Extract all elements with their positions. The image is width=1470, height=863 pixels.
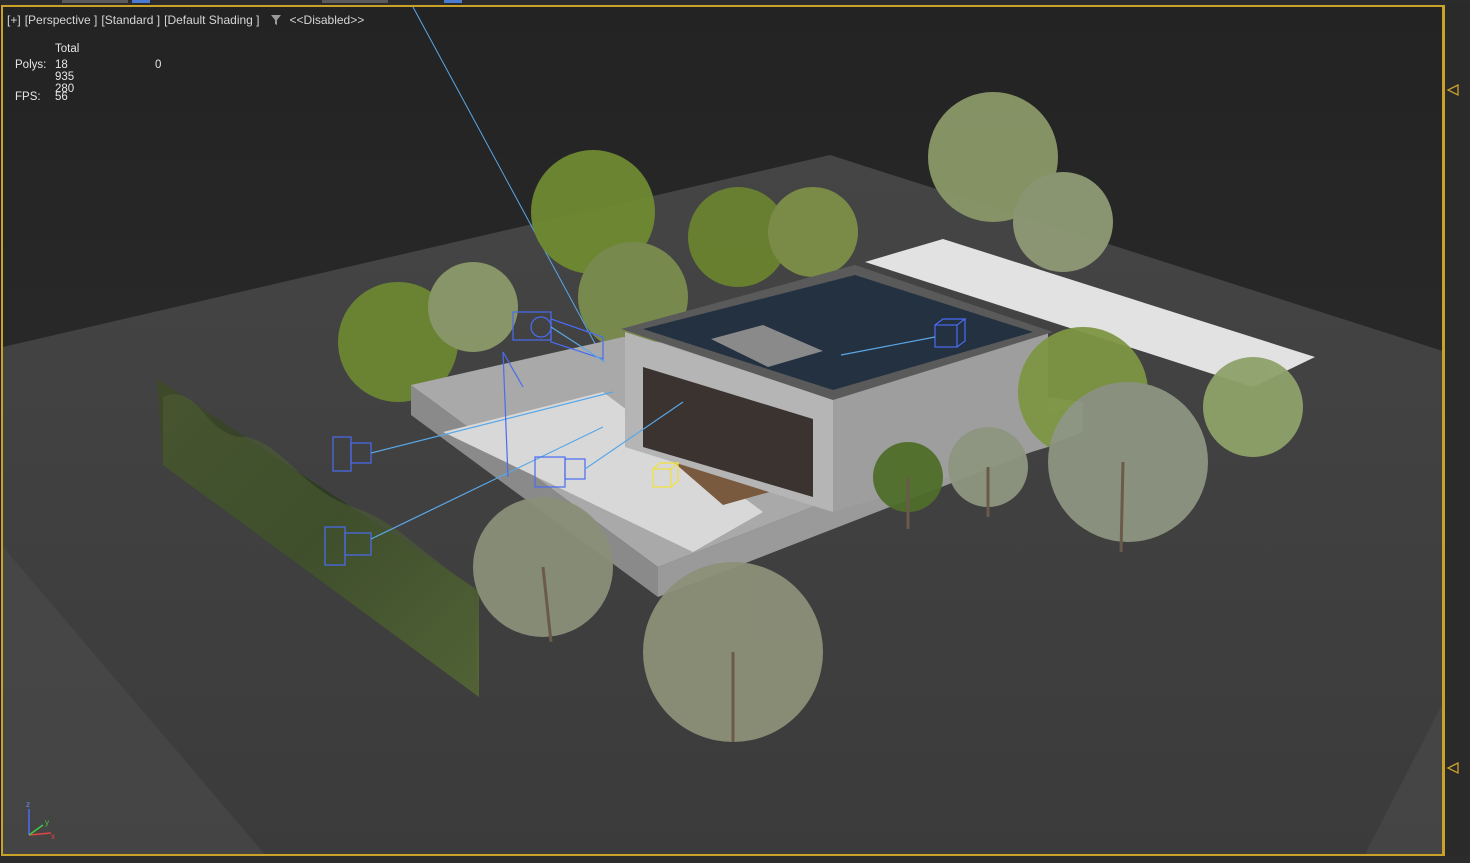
frame-marker-top-icon[interactable] — [1446, 83, 1460, 97]
viewport-plus-menu[interactable]: [+] — [7, 13, 21, 27]
tab-2[interactable] — [132, 0, 150, 3]
bottom-border — [0, 856, 1470, 863]
tab-3[interactable] — [322, 0, 388, 3]
panel-border — [1444, 5, 1445, 856]
scene-render[interactable] — [3, 7, 1444, 856]
perspective-viewport[interactable]: [+] [Perspective ] [Standard ] [Default … — [1, 5, 1444, 856]
stats-polys-label: Polys: — [15, 59, 47, 71]
tab-1[interactable] — [62, 0, 128, 3]
stats-fps-value: 56 — [55, 91, 68, 103]
viewport-mode-menu[interactable]: [Standard ] — [101, 13, 160, 27]
timeline-side-panel[interactable] — [1444, 5, 1470, 856]
frame-marker-bottom-icon[interactable] — [1446, 761, 1460, 775]
stats-fps-label: FPS: — [15, 91, 41, 103]
viewport-filter-status[interactable]: <<Disabled>> — [290, 13, 365, 27]
stats-polys-selected: 0 — [155, 59, 162, 71]
axis-y-label: y — [45, 818, 49, 827]
stats-total-header: Total — [55, 43, 80, 55]
viewport-label-menu: [+] [Perspective ] [Standard ] [Default … — [7, 12, 364, 28]
viewport-shading-menu[interactable]: [Default Shading ] — [164, 13, 259, 27]
axis-z-label: z — [26, 800, 30, 809]
tab-4[interactable] — [444, 0, 462, 3]
filter-icon[interactable] — [270, 14, 282, 26]
viewport-view-menu[interactable]: [Perspective ] — [25, 13, 98, 27]
axis-tripod-icon: z y x — [26, 800, 55, 841]
axis-x-label: x — [51, 832, 55, 841]
stats-polys-value: 18 935 280 — [55, 59, 75, 95]
